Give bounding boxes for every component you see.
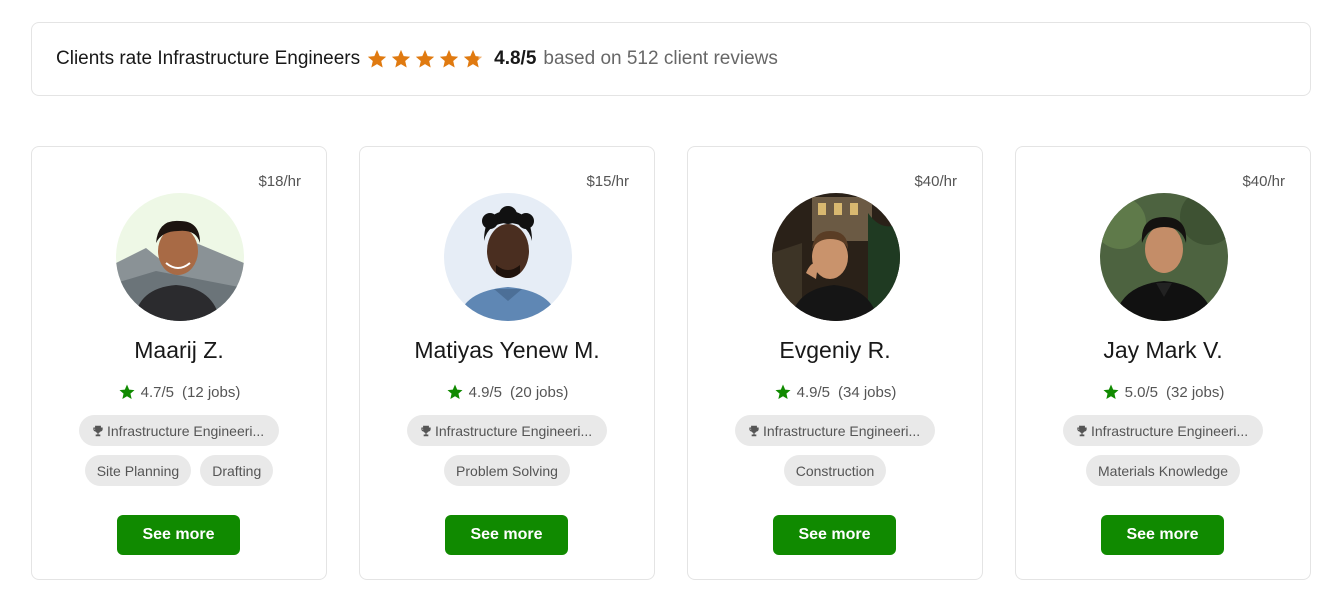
freelancer-card[interactable]: $40/hr Evgeniy R. 4.9/5 (34 jobs) Infras… <box>687 146 983 580</box>
rating-score: 5.0/5 <box>1124 383 1158 401</box>
skill-tag[interactable]: Site Planning <box>84 455 192 486</box>
freelancer-rating: 4.7/5 (12 jobs) <box>32 383 326 401</box>
banner-title: Clients rate Infrastructure Engineers <box>56 48 361 69</box>
freelancer-name[interactable]: Evgeniy R. <box>688 337 982 364</box>
star-icon <box>447 384 463 399</box>
see-more-button[interactable]: See more <box>1101 515 1224 555</box>
job-count: (12 jobs) <box>182 383 241 401</box>
skill-tag[interactable]: Infrastructure Engineeri... <box>735 415 935 446</box>
freelancer-rating: 4.9/5 (34 jobs) <box>688 383 982 401</box>
skill-tags: Infrastructure Engineeri... Problem Solv… <box>360 415 654 486</box>
freelancer-card[interactable]: $18/hr Maarij Z. 4.7/5 (12 jobs) Infrast… <box>31 146 327 580</box>
avatar[interactable] <box>772 193 900 321</box>
see-more-button[interactable]: See more <box>117 515 240 555</box>
skill-tag[interactable]: Construction <box>783 455 887 486</box>
star-icon <box>1103 384 1119 399</box>
skill-tags: Infrastructure Engineeri... Construction <box>688 415 982 486</box>
hourly-rate: $15/hr <box>586 173 629 190</box>
skill-tag[interactable]: Infrastructure Engineeri... <box>407 415 607 446</box>
avatar[interactable] <box>1100 193 1228 321</box>
hourly-rate: $18/hr <box>258 173 301 190</box>
freelancer-rating: 5.0/5 (32 jobs) <box>1016 383 1310 401</box>
skill-tag[interactable]: Materials Knowledge <box>1086 455 1240 486</box>
skill-tag-label: Infrastructure Engineeri... <box>1091 422 1249 439</box>
skill-tag[interactable]: Infrastructure Engineeri... <box>1063 415 1263 446</box>
hourly-rate: $40/hr <box>1242 173 1285 190</box>
skill-tag[interactable]: Drafting <box>200 455 274 486</box>
star-icon <box>439 49 459 68</box>
skill-tag[interactable]: Infrastructure Engineeri... <box>79 415 279 446</box>
trophy-icon <box>749 425 759 436</box>
skill-tags: Infrastructure Engineeri... Site Plannin… <box>32 415 326 486</box>
rating-score: 4.9/5 <box>468 383 502 401</box>
skill-tag[interactable]: Problem Solving <box>444 455 570 486</box>
freelancer-rating: 4.9/5 (20 jobs) <box>360 383 654 401</box>
freelancer-card[interactable]: $15/hr Matiyas Yenew M. 4.9/5 (20 jobs) … <box>359 146 655 580</box>
star-icon <box>775 384 791 399</box>
job-count: (34 jobs) <box>838 383 897 401</box>
star-half-icon <box>463 49 483 68</box>
freelancer-cards: $18/hr Maarij Z. 4.7/5 (12 jobs) Infrast… <box>31 146 1311 580</box>
avatar[interactable] <box>444 193 572 321</box>
star-icon <box>415 49 435 68</box>
star-icon <box>367 49 387 68</box>
rating-score: 4.7/5 <box>140 383 174 401</box>
banner-score: 4.8/5 <box>494 48 537 69</box>
trophy-icon <box>421 425 431 436</box>
client-rating-banner: Clients rate Infrastructure Engineers 4.… <box>31 22 1311 96</box>
banner-stars <box>366 48 486 70</box>
star-icon <box>391 49 411 68</box>
see-more-button[interactable]: See more <box>773 515 896 555</box>
see-more-button[interactable]: See more <box>445 515 568 555</box>
hourly-rate: $40/hr <box>914 173 957 190</box>
rating-score: 4.9/5 <box>796 383 830 401</box>
banner-review-count: based on 512 client reviews <box>543 48 778 69</box>
skill-tag-label: Infrastructure Engineeri... <box>763 422 921 439</box>
star-icon <box>119 384 135 399</box>
skill-tag-label: Infrastructure Engineeri... <box>107 422 265 439</box>
freelancer-name[interactable]: Matiyas Yenew M. <box>360 337 654 364</box>
skill-tag-label: Infrastructure Engineeri... <box>435 422 593 439</box>
freelancer-name[interactable]: Maarij Z. <box>32 337 326 364</box>
job-count: (32 jobs) <box>1166 383 1225 401</box>
trophy-icon <box>93 425 103 436</box>
freelancer-name[interactable]: Jay Mark V. <box>1016 337 1310 364</box>
skill-tags: Infrastructure Engineeri... Materials Kn… <box>1016 415 1310 486</box>
freelancer-card[interactable]: $40/hr Jay Mark V. 5.0/5 (32 jobs) Infra… <box>1015 146 1311 580</box>
trophy-icon <box>1077 425 1087 436</box>
avatar[interactable] <box>116 193 244 321</box>
job-count: (20 jobs) <box>510 383 569 401</box>
